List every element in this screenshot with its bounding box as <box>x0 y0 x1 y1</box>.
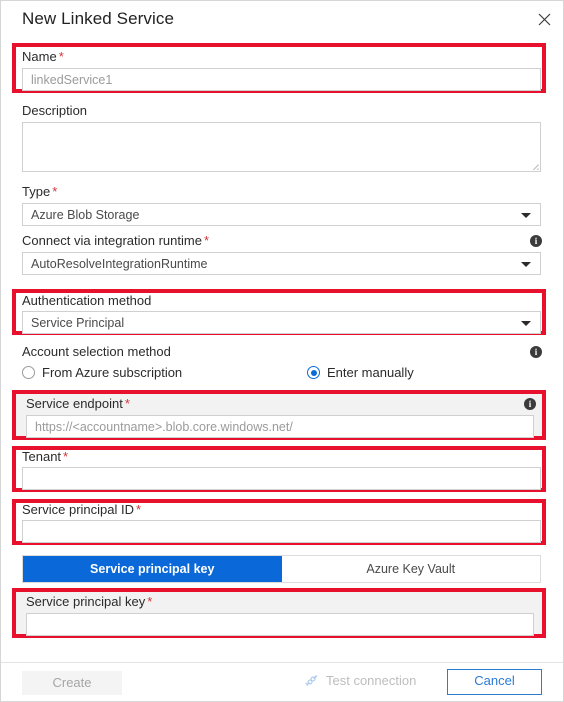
field-type: Type * Azure Blob Storage <box>1 184 563 226</box>
description-label: Description <box>22 103 88 118</box>
service-endpoint-placeholder: https://<accountname>.blob.core.windows.… <box>35 419 293 434</box>
field-description: Description <box>1 103 563 172</box>
field-service-principal-key: Service principal key * <box>1 594 563 636</box>
chevron-down-icon <box>521 320 531 326</box>
service-principal-id-label: Service principal ID * <box>22 502 142 517</box>
radio-indicator <box>22 366 35 379</box>
chevron-down-icon <box>521 261 531 267</box>
dialog-header: New Linked Service <box>1 1 563 39</box>
field-integration-runtime: Connect via integration runtime * i AutoR… <box>1 233 563 275</box>
service-endpoint-input[interactable]: https://<accountname>.blob.core.windows.… <box>26 415 534 438</box>
tenant-input[interactable] <box>22 467 541 490</box>
field-account-selection: Account selection method i <box>1 344 563 360</box>
required-asterisk: * <box>63 449 69 464</box>
field-service-endpoint: Service endpoint * i https://<accountname… <box>1 396 563 438</box>
radio-enter-manually[interactable]: Enter manually <box>307 365 414 380</box>
name-input[interactable]: linkedService1 <box>22 68 541 91</box>
description-textarea[interactable] <box>22 122 541 172</box>
radio-label: From Azure subscription <box>42 365 183 380</box>
field-name: Name * linkedService1 <box>1 49 563 91</box>
integration-runtime-dropdown[interactable]: AutoResolveIntegrationRuntime <box>22 252 541 275</box>
new-linked-service-dialog: New Linked Service Name * linkedService1 … <box>0 0 564 702</box>
type-dropdown-value: Azure Blob Storage <box>31 207 140 222</box>
integration-runtime-value: AutoResolveIntegrationRuntime <box>31 256 208 271</box>
credential-pivot-group: Service principal key Azure Key Vault <box>22 555 541 583</box>
required-asterisk: * <box>147 594 153 609</box>
test-connection-label: Test connection <box>326 673 417 688</box>
create-button[interactable]: Create <box>22 671 122 695</box>
service-principal-key-input[interactable] <box>26 613 534 636</box>
radio-label: Enter manually <box>327 365 414 380</box>
required-asterisk: * <box>52 184 58 199</box>
cancel-button[interactable]: Cancel <box>447 669 542 695</box>
tab-service-principal-key[interactable]: Service principal key <box>23 556 282 582</box>
info-icon[interactable]: i <box>530 346 542 358</box>
auth-method-value: Service Principal <box>31 315 125 330</box>
service-principal-id-input[interactable] <box>22 520 541 543</box>
page-title: New Linked Service <box>22 9 175 28</box>
required-asterisk: * <box>136 502 142 517</box>
dialog-body: Name * linkedService1 Description Type * A… <box>1 39 563 664</box>
field-auth-method: Authentication method Service Principal <box>1 293 563 334</box>
field-service-principal-id: Service principal ID * <box>1 502 563 543</box>
service-endpoint-label: Service endpoint * i <box>26 396 540 412</box>
type-label: Type * <box>22 184 58 199</box>
integration-runtime-label: Connect via integration runtime * i <box>22 233 563 249</box>
info-icon[interactable]: i <box>530 235 542 247</box>
chevron-down-icon <box>521 212 531 218</box>
service-principal-key-label: Service principal key * <box>26 594 153 609</box>
dialog-footer: Create Test connection Cancel <box>1 662 563 701</box>
account-selection-radio-group: From Azure subscription Enter manually <box>22 365 414 380</box>
required-asterisk: * <box>124 396 130 411</box>
tab-azure-key-vault[interactable]: Azure Key Vault <box>282 556 541 582</box>
required-asterisk: * <box>203 233 209 248</box>
name-label: Name * <box>22 49 64 64</box>
required-asterisk: * <box>58 49 64 64</box>
field-tenant: Tenant * <box>1 449 563 490</box>
close-icon[interactable] <box>529 5 559 33</box>
test-connection-button[interactable]: Test connection <box>304 673 416 688</box>
resize-grip-icon[interactable] <box>527 158 539 170</box>
name-input-value: linkedService1 <box>31 72 113 87</box>
tenant-label: Tenant * <box>22 449 69 464</box>
auth-method-dropdown[interactable]: Service Principal <box>22 311 541 334</box>
type-dropdown[interactable]: Azure Blob Storage <box>22 203 541 226</box>
radio-indicator-selected <box>307 366 320 379</box>
radio-from-azure-subscription[interactable]: From Azure subscription <box>22 365 307 380</box>
account-selection-label: Account selection method i <box>22 344 563 360</box>
plug-connector-icon <box>304 673 319 688</box>
auth-method-label: Authentication method <box>22 293 152 308</box>
info-icon[interactable]: i <box>524 398 536 410</box>
